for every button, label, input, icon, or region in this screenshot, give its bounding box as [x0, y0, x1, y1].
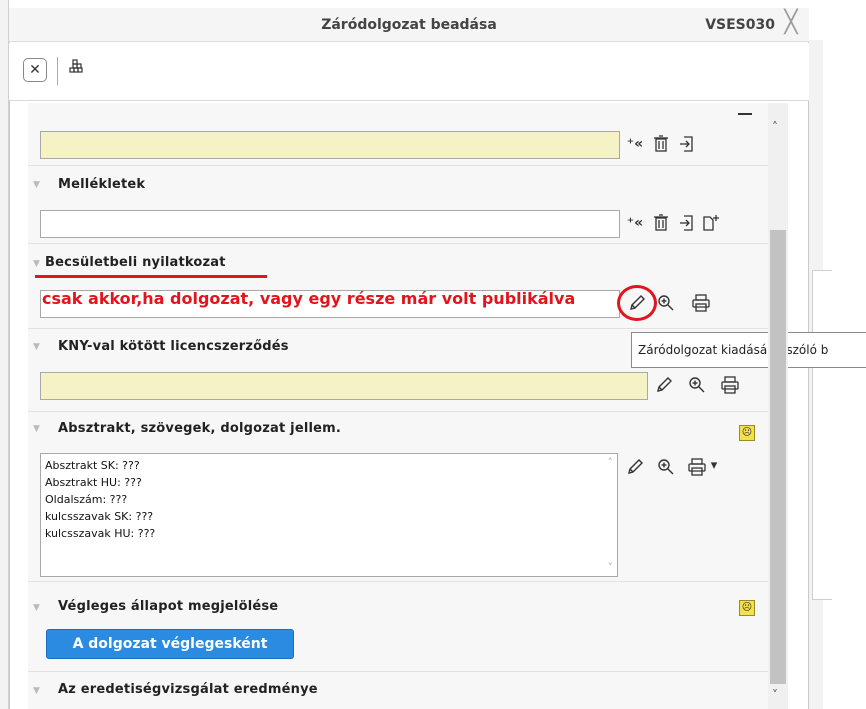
edit-icon[interactable] — [653, 376, 675, 398]
section-toggle-icon[interactable]: ▼ — [33, 259, 40, 269]
trash-icon[interactable] — [650, 214, 672, 236]
abstract-textarea[interactable]: Absztrakt SK: ??? Absztrakt HU: ??? Olda… — [40, 453, 618, 577]
toolbar-divider — [57, 57, 58, 85]
print-icon[interactable] — [690, 294, 712, 316]
section-title-vegleges: Végleges állapot megjelölése — [58, 599, 279, 614]
section-toggle-icon[interactable]: ▼ — [33, 342, 40, 352]
kny-field[interactable] — [40, 372, 648, 400]
add-icon[interactable]: ⁺« — [624, 214, 646, 232]
abstract-line: Absztrakt HU: ??? — [45, 476, 142, 489]
section-toggle-icon[interactable]: ▼ — [33, 603, 40, 613]
edit-icon[interactable] — [624, 458, 646, 480]
sad-status-icon: ☹ — [739, 425, 755, 441]
section-title-mellekletek: Mellékletek — [58, 177, 146, 192]
zoom-icon[interactable] — [655, 294, 677, 316]
mellekletek-field[interactable] — [40, 210, 620, 238]
new-file-icon[interactable] — [700, 214, 722, 236]
grid-icon[interactable] — [69, 58, 85, 78]
sad-status-icon: ☹ — [739, 600, 755, 616]
section-title-eredetiseg: Az eredetiségvizsgálat eredménye — [58, 682, 318, 697]
trash-icon[interactable] — [650, 135, 672, 157]
section-title-becsuleti: Becsületbeli nyilatkozat — [45, 255, 226, 270]
cancel-button[interactable]: ✕ — [23, 58, 47, 82]
section-toggle-icon[interactable]: ▼ — [33, 424, 40, 434]
zoom-icon[interactable] — [686, 376, 708, 398]
toolbar: ✕ — [9, 43, 809, 101]
import-icon[interactable] — [676, 135, 698, 157]
dialog-code: VSES030 — [705, 17, 775, 33]
add-icon[interactable]: ⁺« — [624, 135, 646, 153]
divider — [28, 243, 768, 244]
import-icon[interactable] — [676, 214, 698, 236]
annotation-text: csak akkor,ha dolgozat, vagy egy része m… — [42, 289, 576, 308]
abstract-line: kulcsszavak SK: ??? — [45, 510, 154, 523]
mark-final-button[interactable]: A dolgozat véglegesként — [46, 629, 294, 659]
scrollbar-thumb[interactable] — [770, 230, 786, 684]
background-panel — [812, 270, 832, 600]
section-toggle-icon[interactable]: ▼ — [33, 686, 40, 696]
attachment-main-field[interactable] — [40, 131, 620, 159]
textarea-scroll-up-icon[interactable]: ˄ — [608, 456, 614, 469]
section-toggle-icon[interactable]: ▼ — [33, 180, 40, 190]
dialog-title: Záródolgozat beadása — [321, 17, 497, 33]
divider — [28, 581, 768, 582]
divider — [28, 671, 768, 672]
close-icon[interactable]: ╳ — [779, 12, 803, 36]
title-bar: Záródolgozat beadása VSES030 ╳ — [9, 8, 809, 42]
tooltip: Záródolgozat kiadásáról szóló b — [631, 332, 866, 368]
abstract-line: Absztrakt SK: ??? — [45, 459, 140, 472]
section-title-absztrakt: Absztrakt, szövegek, dolgozat jellem. — [58, 421, 342, 436]
form-content — [28, 103, 768, 709]
collapse-marker — [738, 113, 752, 115]
section-title-kny: KNY-val kötött licencszerződés — [58, 339, 289, 354]
textarea-scroll-down-icon[interactable]: ˅ — [608, 561, 614, 574]
annotation-underline — [35, 275, 267, 278]
abstract-line: kulcsszavak HU: ??? — [45, 527, 156, 540]
scroll-down-icon[interactable]: ˅ — [772, 688, 778, 702]
divider — [28, 165, 768, 166]
background-window-left — [0, 0, 9, 709]
scroll-up-icon[interactable]: ˄ — [772, 120, 778, 134]
print-icon[interactable] — [686, 458, 708, 480]
divider — [28, 411, 768, 412]
annotation-circle — [617, 285, 657, 321]
chevron-down-icon[interactable]: ▾ — [707, 457, 721, 475]
print-icon[interactable] — [719, 376, 741, 398]
abstract-line: Oldalszám: ??? — [45, 493, 128, 506]
divider — [28, 328, 768, 329]
zoom-icon[interactable] — [655, 458, 677, 480]
